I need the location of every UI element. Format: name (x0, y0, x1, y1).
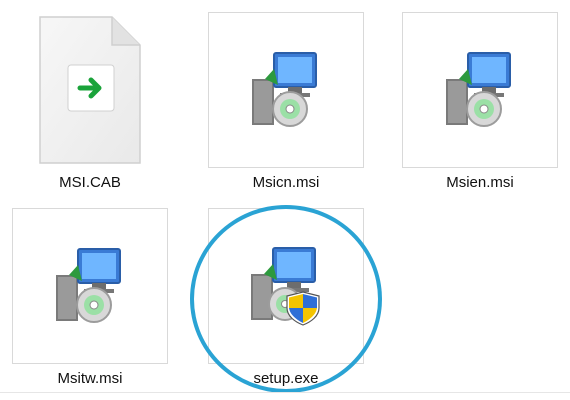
file-name: Msitw.msi (57, 370, 123, 387)
file-item-setup-exe[interactable]: setup.exe (206, 208, 366, 387)
file-thumbnail[interactable] (402, 12, 558, 168)
file-name: setup.exe (253, 370, 319, 387)
file-thumbnail[interactable] (208, 208, 364, 364)
file-item-msi-cab[interactable]: MSI.CAB (10, 12, 170, 191)
file-item-msicn[interactable]: Msicn.msi (206, 12, 366, 191)
file-name: Msien.msi (446, 174, 514, 191)
file-name: MSI.CAB (59, 174, 121, 191)
file-thumbnail[interactable] (12, 12, 168, 168)
file-thumbnail[interactable] (12, 208, 168, 364)
file-thumbnail[interactable] (208, 12, 364, 168)
file-name: Msicn.msi (252, 174, 320, 191)
setup-shield-icon (251, 247, 320, 326)
cab-file-icon (39, 16, 141, 164)
bottom-divider (0, 392, 570, 393)
installer-package-icon (56, 248, 121, 323)
file-item-msien[interactable]: Msien.msi (400, 12, 560, 191)
installer-package-icon (252, 52, 317, 127)
installer-package-icon (446, 52, 511, 127)
file-grid: MSI.CAB Msicn.msi Msien.msi Msitw.msi se… (0, 0, 570, 400)
file-item-msitw[interactable]: Msitw.msi (10, 208, 170, 387)
